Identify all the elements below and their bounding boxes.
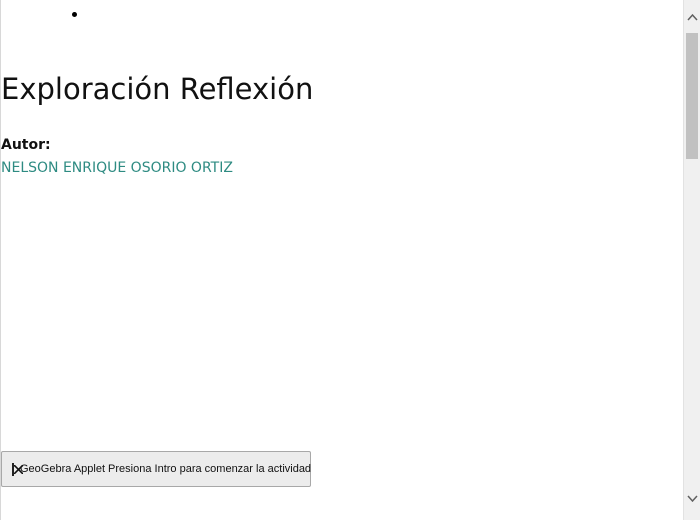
scroll-thumb[interactable] [686, 33, 698, 159]
geogebra-applet-button[interactable]: GeoGebra Applet Presiona Intro para come… [1, 451, 311, 487]
chevron-up-icon[interactable] [684, 9, 700, 26]
page-title: Exploración Reflexión [1, 72, 314, 106]
bullet-dot [72, 12, 77, 17]
page: Exploración Reflexión Autor: NELSON ENRI… [0, 0, 700, 520]
applet-label: GeoGebra Applet Presiona Intro para come… [20, 463, 312, 475]
author-label: Autor: [1, 137, 51, 153]
author-name-link[interactable]: NELSON ENRIQUE OSORIO ORTIZ [1, 160, 233, 176]
gutter [668, 0, 683, 520]
chevron-down-icon[interactable] [684, 490, 700, 507]
vertical-scrollbar[interactable] [683, 0, 700, 520]
content-area: Exploración Reflexión Autor: NELSON ENRI… [0, 0, 668, 520]
broken-image-icon [12, 462, 23, 476]
